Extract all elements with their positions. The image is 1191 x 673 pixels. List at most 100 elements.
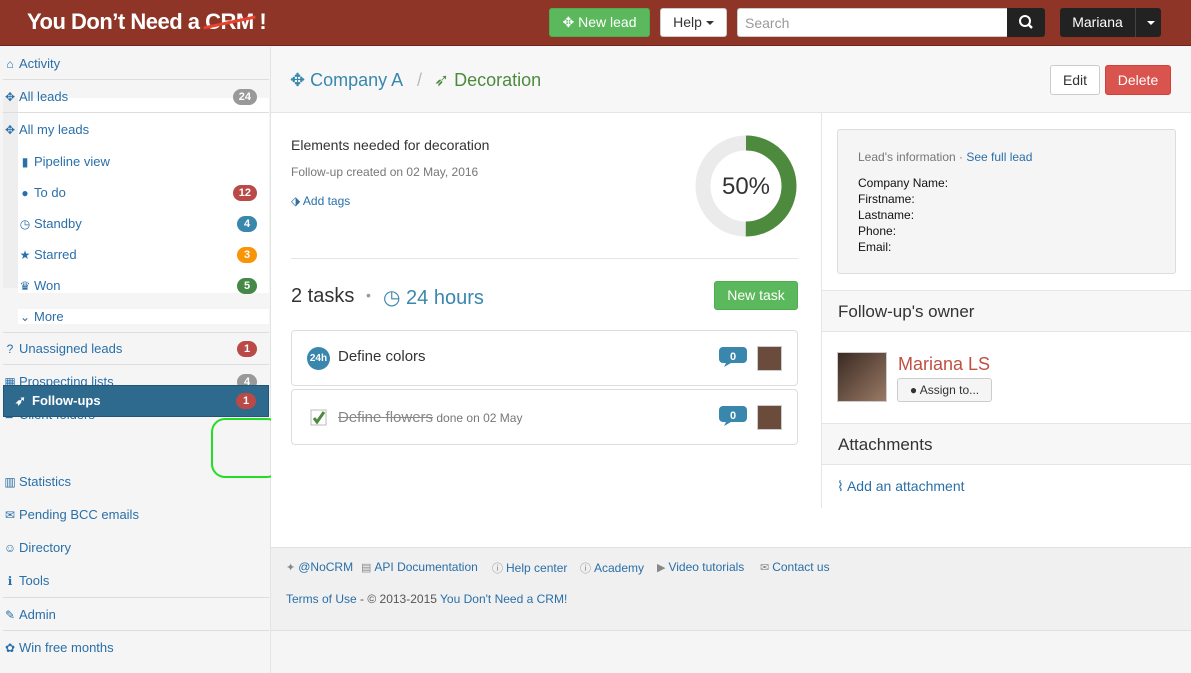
search-input[interactable]	[737, 8, 1007, 37]
add-attachment-label: Add an attachment	[846, 478, 965, 494]
sidebar-item-label: Won	[34, 278, 61, 293]
info-icon: ℹ	[7, 574, 13, 588]
footer-link-academy[interactable]: ⓘ Academy	[580, 560, 644, 576]
footer-link-video[interactable]: ▶ Video tutorials	[657, 560, 744, 574]
logo-strike-text: CRM	[205, 9, 254, 34]
crosshair-icon: ✥	[290, 70, 306, 90]
task-name: Define colors	[338, 348, 426, 365]
tasks-hours-label: 24 hours	[406, 287, 484, 309]
footer-link-twitter[interactable]: ✦ @NoCRM	[286, 560, 353, 574]
sidebar-item-label: Tools	[19, 573, 50, 588]
wrench-icon: ✎	[4, 608, 16, 622]
sidebar-item-pipeline-view[interactable]: ▮ Pipeline view	[18, 154, 269, 169]
footer-copyright: Terms of Use - © 2013-2015 You Don't Nee…	[286, 592, 567, 606]
breadcrumb-company[interactable]: ✥ Company A	[290, 70, 403, 91]
comment-count: 0	[730, 351, 736, 363]
book-icon: ▤	[361, 562, 372, 574]
crosshair-icon: ✥	[562, 14, 575, 30]
attachments-section-header: Attachments	[822, 423, 1191, 465]
footer-link-label: Help center	[506, 561, 568, 575]
footer-link-contact[interactable]: ✉ Contact us	[760, 560, 830, 574]
assign-label: Assign to...	[919, 383, 980, 397]
see-full-lead-link[interactable]: See full lead	[966, 150, 1032, 164]
divider	[3, 597, 269, 598]
divider	[3, 112, 269, 113]
followup-created: Follow-up created on 02 May, 2016	[291, 165, 479, 179]
footer-link-label: @NoCRM	[298, 560, 354, 574]
sidebar-item-all-my-leads[interactable]: ✥ All my leads	[3, 122, 269, 137]
info-icon: ⓘ	[492, 563, 503, 575]
followup-title: Elements needed for decoration	[291, 137, 490, 153]
lead-field-company: Company Name:	[858, 176, 949, 190]
tasks-duration: ◷ 24 hours	[383, 285, 484, 310]
add-tags-link[interactable]: ⬗ Add tags	[291, 194, 350, 208]
sidebar-item-label: Follow-ups	[32, 393, 101, 408]
lead-field-lastname: Lastname:	[858, 208, 915, 222]
sidebar-item-starred[interactable]: ★ Starred 3	[18, 247, 269, 263]
breadcrumb-followup: ➶ Decoration	[434, 70, 541, 91]
delete-button[interactable]: Delete	[1105, 65, 1171, 95]
sidebar-item-statistics[interactable]: ▥ Statistics	[3, 474, 269, 489]
sidebar-item-tools[interactable]: ℹ Tools	[3, 573, 269, 588]
comment-icon[interactable]: 0	[719, 346, 747, 368]
exclamation-icon: ●	[21, 186, 29, 200]
footer-link-api[interactable]: ▤ API Documentation	[361, 560, 478, 574]
sidebar-item-won[interactable]: ♛ Won 5	[18, 278, 269, 294]
lead-info-heading-text: Lead's information ·	[858, 150, 967, 164]
logo[interactable]: You Don’t Need a CRM !	[27, 9, 267, 35]
sidebar-item-more[interactable]: ⌄ More	[18, 309, 269, 324]
sidebar-item-label: All my leads	[19, 122, 90, 137]
search-button[interactable]	[1007, 8, 1045, 37]
tag-icon: ⬗	[291, 194, 301, 208]
sidebar-item-win-free-months[interactable]: ✿ Win free months	[3, 640, 269, 655]
help-button[interactable]: Help	[660, 8, 727, 37]
sidebar-item-label: Starred	[34, 247, 77, 262]
breadcrumb-separator: /	[417, 70, 423, 90]
logo-suffix: !	[253, 9, 267, 34]
logo-text: You Don’t Need a	[27, 9, 206, 34]
sidebar-item-standby[interactable]: ◷ Standby 4	[18, 216, 269, 232]
tasks-count: 2 tasks	[291, 285, 355, 307]
progress-label: 50%	[722, 173, 770, 200]
sidebar-item-follow-ups[interactable]: ➶ Follow-ups 1	[3, 385, 269, 417]
sidebar-item-label: Admin	[19, 607, 56, 622]
user-menu-caret[interactable]	[1136, 8, 1161, 37]
sidebar-item-directory[interactable]: ☺ Directory	[3, 540, 269, 555]
star-icon: ★	[19, 248, 31, 262]
company-link[interactable]: You Don't Need a CRM!	[440, 592, 567, 606]
lead-info-heading: Lead's information · See full lead	[858, 150, 1032, 164]
terms-link[interactable]: Terms of Use	[286, 592, 357, 606]
add-attachment-link[interactable]: ⌇ Add an attachment	[837, 478, 965, 495]
footer-link-label: Academy	[594, 561, 645, 575]
task-item[interactable]: 24h Define colors 0	[291, 330, 798, 386]
task-item-done[interactable]: Define flowers done on 02 May 0	[291, 389, 798, 445]
gift-icon: ✿	[4, 641, 16, 655]
sidebar-item-all-leads[interactable]: ✥ All leads 24	[3, 89, 269, 105]
trophy-icon: ♛	[19, 279, 31, 293]
footer-link-label: Video tutorials	[668, 560, 745, 574]
envelope-icon: ✉	[760, 562, 770, 574]
sidebar-item-activity[interactable]: ⌂ Activity	[3, 56, 269, 71]
sidebar-item-label: Unassigned leads	[19, 341, 123, 356]
question-icon: ?	[6, 342, 14, 356]
sidebar-item-to-do[interactable]: ● To do 12	[18, 185, 269, 201]
sidebar-item-unassigned-leads[interactable]: ? Unassigned leads 1	[3, 341, 269, 357]
assign-button[interactable]: ● Assign to...	[897, 378, 992, 402]
sidebar-item-label: Pipeline view	[34, 154, 110, 169]
comment-icon[interactable]: 0	[719, 405, 747, 427]
task-duration-badge: 24h	[307, 347, 330, 370]
comment-count: 0	[730, 410, 736, 422]
sidebar-item-pending-bcc[interactable]: ✉ Pending BCC emails	[3, 507, 269, 522]
breadcrumb-company-label: Company A	[310, 70, 404, 90]
user-menu-button[interactable]: Mariana	[1060, 8, 1136, 37]
new-task-button[interactable]: New task	[714, 281, 798, 310]
new-lead-button[interactable]: ✥ New lead	[549, 8, 650, 37]
sidebar-item-admin[interactable]: ✎ Admin	[3, 607, 269, 622]
edit-button[interactable]: Edit	[1050, 65, 1100, 95]
footer-link-help-center[interactable]: ⓘ Help center	[492, 560, 567, 576]
footer-link-label: API Documentation	[374, 560, 478, 574]
sidebar-item-label: Activity	[19, 56, 61, 71]
sidebar-item-label: Directory	[19, 540, 72, 555]
owner-name[interactable]: Mariana LS	[898, 354, 990, 375]
checkbox-checked-icon[interactable]	[310, 409, 328, 427]
